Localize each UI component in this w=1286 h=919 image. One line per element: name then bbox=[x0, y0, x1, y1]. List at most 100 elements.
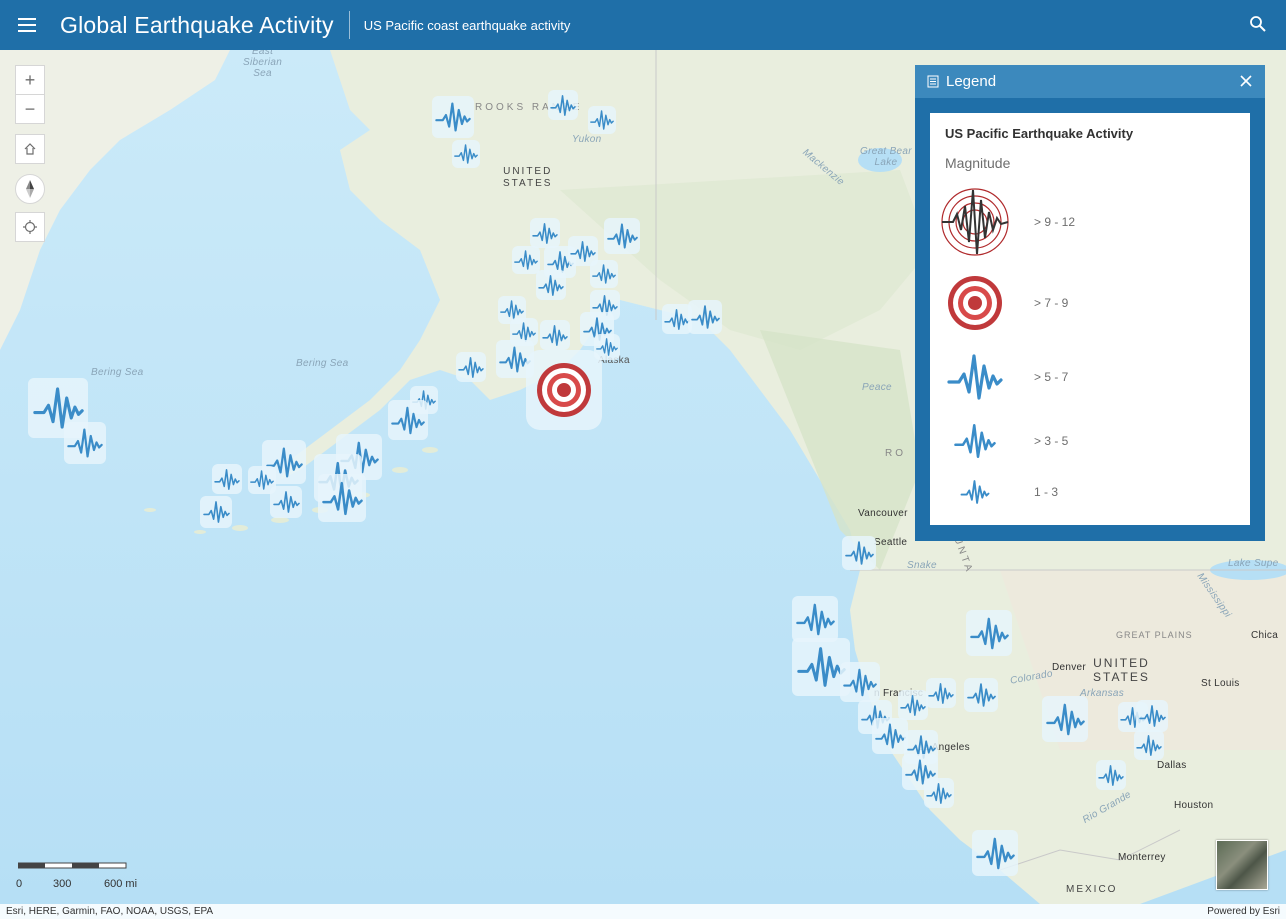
earthquake-marker[interactable] bbox=[792, 596, 838, 642]
attribution-bar: Esri, HERE, Garmin, FAO, NOAA, USGS, EPA… bbox=[0, 904, 1286, 919]
seismic-wave-icon bbox=[1098, 764, 1124, 786]
earthquake-marker[interactable] bbox=[200, 496, 232, 528]
seismic-wave-icon bbox=[67, 428, 103, 458]
scale-label: 300 bbox=[53, 878, 72, 890]
earthquake-marker[interactable] bbox=[966, 610, 1012, 656]
legend-class-label: > 9 - 12 bbox=[1034, 215, 1076, 229]
label-bering-sea-1: Bering Sea bbox=[91, 367, 144, 378]
home-icon bbox=[24, 143, 36, 155]
seismic-wave-icon bbox=[590, 110, 614, 130]
seismic-wave-icon bbox=[690, 305, 720, 329]
compass-button[interactable] bbox=[15, 174, 45, 204]
earthquake-marker[interactable] bbox=[590, 260, 618, 288]
seismic-wave-icon bbox=[969, 617, 1009, 649]
earthquake-marker[interactable] bbox=[588, 106, 616, 134]
search-icon[interactable] bbox=[1248, 14, 1268, 34]
seismic-wave-icon bbox=[900, 694, 926, 716]
label-east-siberian-sea: East Siberian Sea bbox=[243, 50, 283, 79]
seismic-wave-icon bbox=[321, 481, 363, 515]
earthquake-marker[interactable] bbox=[432, 96, 474, 138]
seismic-wave-icon bbox=[796, 647, 846, 687]
earthquake-marker[interactable] bbox=[972, 830, 1018, 876]
zoom-in-button[interactable]: + bbox=[15, 65, 45, 95]
app-header: Global Earthquake Activity US Pacific co… bbox=[0, 0, 1286, 50]
powered-by[interactable]: Powered by Esri bbox=[1207, 906, 1280, 917]
earthquake-marker[interactable] bbox=[212, 464, 242, 494]
legend-class-label: 1 - 3 bbox=[1034, 485, 1059, 499]
seismic-wave-icon bbox=[606, 223, 638, 249]
earthquake-marker[interactable] bbox=[1136, 700, 1168, 732]
earthquake-marker[interactable] bbox=[842, 536, 876, 570]
earthquake-marker[interactable] bbox=[872, 718, 908, 754]
seismic-wave-icon bbox=[664, 308, 690, 330]
seismic-wave-icon bbox=[542, 324, 568, 346]
seismic-wave-icon bbox=[928, 682, 954, 704]
menu-button[interactable] bbox=[18, 11, 46, 39]
legend-field-name: Magnitude bbox=[945, 155, 1011, 171]
zoom-out-button[interactable]: − bbox=[15, 94, 45, 124]
close-icon[interactable] bbox=[1237, 72, 1255, 90]
seismic-wave-icon bbox=[926, 782, 952, 804]
label-snake: Snake bbox=[907, 560, 937, 571]
app-title: Global Earthquake Activity bbox=[60, 11, 334, 38]
earthquake-marker[interactable] bbox=[548, 90, 578, 120]
legend-class-label: > 5 - 7 bbox=[1034, 370, 1069, 384]
legend-title: Legend bbox=[946, 73, 997, 90]
earthquake-marker[interactable] bbox=[452, 140, 480, 168]
app-subtitle: US Pacific coast earthquake activity bbox=[363, 17, 571, 33]
seismic-wave-icon bbox=[272, 491, 300, 513]
scale-label: 600 mi bbox=[104, 878, 138, 890]
earthquake-marker[interactable] bbox=[926, 678, 956, 708]
seismic-wave-icon bbox=[532, 222, 558, 244]
earthquake-marker[interactable] bbox=[688, 300, 722, 334]
basemap-toggle[interactable] bbox=[1216, 840, 1268, 890]
red-target-icon bbox=[537, 363, 591, 417]
earthquake-marker[interactable] bbox=[270, 486, 302, 518]
label-seattle: Seattle bbox=[874, 537, 908, 548]
earthquake-marker[interactable] bbox=[536, 270, 566, 300]
label-peace: Peace bbox=[862, 382, 892, 393]
title-divider bbox=[348, 11, 350, 39]
earthquake-marker[interactable] bbox=[456, 352, 486, 382]
legend-class-row: > 3 - 5 bbox=[930, 419, 1250, 463]
earthquake-marker[interactable] bbox=[540, 320, 570, 350]
seismic-wave-icon bbox=[1045, 703, 1085, 735]
earthquake-marker[interactable] bbox=[388, 400, 428, 440]
earthquake-marker[interactable] bbox=[964, 678, 998, 712]
home-button[interactable] bbox=[15, 134, 45, 164]
legend-class-row: > 7 - 9 bbox=[930, 271, 1250, 335]
legend-panel: Legend US Pacific Earthquake Activity Ma… bbox=[915, 65, 1265, 541]
earthquake-marker[interactable] bbox=[530, 218, 560, 248]
label-mexico: MEXICO bbox=[1066, 884, 1118, 895]
locate-icon bbox=[23, 220, 37, 234]
label-bering-sea-2: Bering Sea bbox=[296, 358, 349, 369]
earthquake-marker[interactable] bbox=[1042, 696, 1088, 742]
seismic-wave-icon bbox=[202, 501, 230, 523]
seismic-wave-icon bbox=[1138, 705, 1166, 727]
seismic-wave-icon bbox=[795, 603, 835, 635]
earthquake-marker[interactable] bbox=[512, 246, 540, 274]
label-yukon: Yukon bbox=[572, 134, 602, 145]
legend-class-row: 1 - 3 bbox=[930, 475, 1250, 509]
seismic-wave-icon bbox=[954, 423, 996, 459]
seismic-wave-icon bbox=[960, 480, 990, 504]
scale-bar bbox=[18, 862, 127, 869]
legend-class-label: > 3 - 5 bbox=[1034, 434, 1069, 448]
earthquake-marker[interactable] bbox=[924, 778, 954, 808]
earthquake-marker[interactable] bbox=[604, 218, 640, 254]
earthquake-marker[interactable] bbox=[840, 662, 880, 702]
earthquake-marker[interactable] bbox=[1134, 730, 1164, 760]
legend-class-row: > 9 - 12 bbox=[930, 185, 1250, 259]
seismic-wave-icon bbox=[843, 668, 877, 696]
seismic-wave-icon bbox=[966, 683, 996, 707]
earthquake-marker-major[interactable] bbox=[526, 350, 602, 430]
locate-button[interactable] bbox=[15, 212, 45, 242]
label-houston: Houston bbox=[1174, 800, 1214, 811]
earthquake-marker[interactable] bbox=[64, 422, 106, 464]
seismic-wave-icon bbox=[538, 274, 564, 296]
seismic-wave-icon bbox=[975, 837, 1015, 869]
earthquake-marker[interactable] bbox=[318, 474, 366, 522]
earthquake-marker[interactable] bbox=[898, 690, 928, 720]
earthquake-marker[interactable] bbox=[1096, 760, 1126, 790]
label-great-plains: GREAT PLAINS bbox=[1116, 630, 1193, 640]
